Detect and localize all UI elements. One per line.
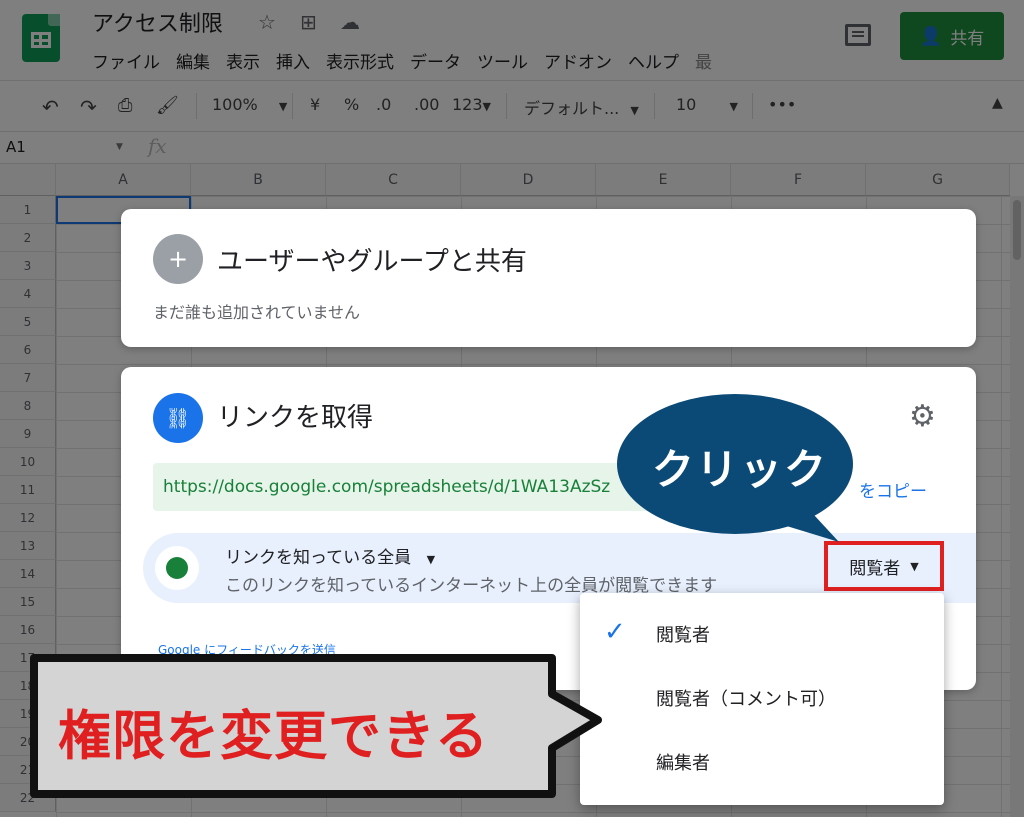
- people-subtitle: まだ誰も追加されていません: [153, 303, 361, 322]
- link-title: リンクを取得: [217, 403, 374, 433]
- chevron-down-icon: ▼: [910, 559, 919, 573]
- add-person-icon: +: [153, 234, 203, 284]
- role-option-commenter[interactable]: 閲覧者（コメント可）: [580, 665, 944, 729]
- role-option-label: 閲覧者（コメント可）: [656, 689, 836, 710]
- role-option-editor[interactable]: 編集者: [580, 729, 944, 793]
- role-option-viewer[interactable]: ✓ 閲覧者: [580, 601, 944, 665]
- share-with-people-card: + ユーザーやグループと共有 まだ誰も追加されていません: [121, 209, 976, 347]
- copy-link-button[interactable]: をコピー: [859, 477, 927, 502]
- role-option-label: 編集者: [656, 753, 710, 774]
- link-scope-select[interactable]: リンクを知っている全員 ▼: [225, 543, 435, 568]
- check-icon: ✓: [604, 617, 626, 647]
- click-bubble-text: クリック: [652, 445, 829, 494]
- globe-icon: [155, 546, 199, 590]
- callout-text: 権限を変更できる: [58, 706, 489, 767]
- role-menu: ✓ 閲覧者 閲覧者（コメント可） 編集者: [580, 593, 944, 805]
- link-icon: ⛓: [153, 393, 203, 443]
- chevron-down-icon: ▼: [426, 553, 436, 566]
- people-title: ユーザーやグループと共有: [217, 247, 527, 277]
- link-scope-label: リンクを知っている全員: [225, 548, 412, 568]
- role-select-button[interactable]: 閲覧者 ▼: [824, 541, 944, 591]
- role-current-label: 閲覧者: [849, 558, 901, 579]
- gear-icon[interactable]: ⚙: [909, 399, 936, 434]
- role-option-label: 閲覧者: [656, 625, 710, 646]
